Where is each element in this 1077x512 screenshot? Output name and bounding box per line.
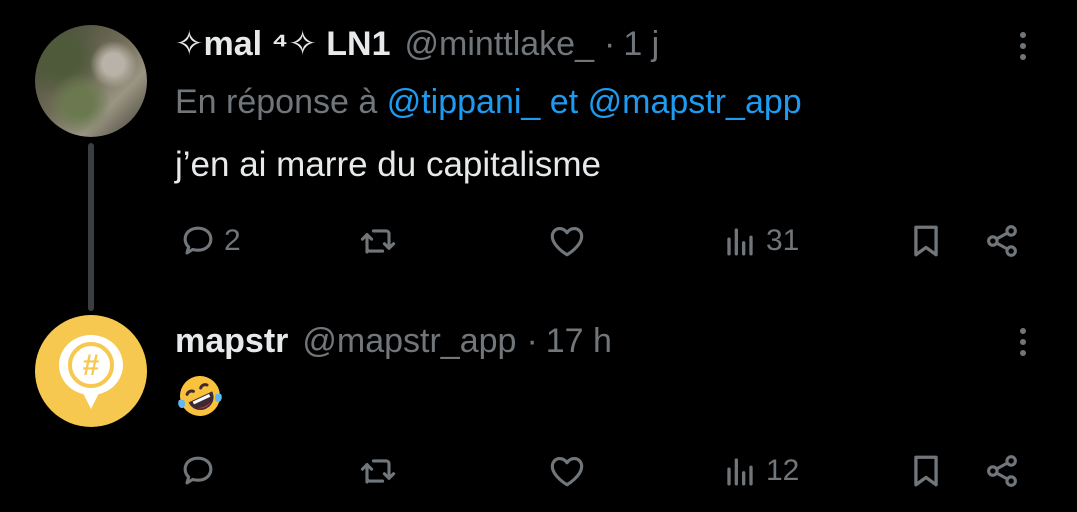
tweet-actions: 12: [0, 446, 1077, 496]
tweet-1[interactable]: ✧mal ⁴✧ LN1 @minttlake_ · 1 j En réponse…: [0, 0, 1077, 300]
tweet-header: ✧mal ⁴✧ LN1 @minttlake_ · 1 j: [175, 22, 659, 66]
more-options-icon[interactable]: [1010, 26, 1036, 66]
repost-icon: [360, 459, 396, 484]
bookmark-icon: [914, 225, 938, 257]
share-icon: [987, 225, 1017, 257]
reply-icon: [183, 456, 213, 485]
timestamp[interactable]: 1 j: [623, 22, 659, 66]
display-name[interactable]: ✧mal ⁴✧ LN1: [175, 22, 391, 66]
mapstr-logo-icon: #: [59, 335, 123, 409]
analytics-icon: [727, 228, 753, 256]
mention-mapstr[interactable]: @mapstr_app: [588, 83, 802, 121]
views-button[interactable]: 31: [718, 216, 799, 266]
like-button[interactable]: [545, 216, 593, 266]
heart-icon: [550, 456, 584, 487]
user-handle[interactable]: @minttlake_: [405, 22, 594, 66]
reply-context: En réponse à @tippani_ et @mapstr_app: [175, 80, 802, 124]
bookmark-button[interactable]: [904, 216, 948, 266]
rolling-laughing-emoji: [178, 376, 222, 416]
user-avatar-mapstr[interactable]: #: [35, 315, 147, 427]
repost-button[interactable]: [356, 216, 404, 266]
thread-connector-line: [88, 143, 94, 311]
share-icon: [987, 455, 1017, 487]
views-count: 31: [766, 224, 800, 257]
mention-tippani[interactable]: @tippani_: [387, 83, 541, 121]
reply-prefix: En réponse à: [175, 83, 378, 121]
avatar-glyph: #: [83, 349, 100, 382]
reply-button[interactable]: [176, 446, 224, 496]
separator: ·: [604, 25, 616, 63]
reply-count: 2: [224, 224, 241, 257]
user-avatar-minttlake[interactable]: [35, 25, 147, 137]
more-options-icon[interactable]: [1010, 322, 1036, 362]
bookmark-button[interactable]: [904, 446, 948, 496]
user-handle[interactable]: @mapstr_app: [302, 319, 516, 363]
reply-button[interactable]: 2: [176, 216, 241, 266]
repost-button[interactable]: [356, 446, 404, 496]
views-button[interactable]: 12: [718, 446, 799, 496]
bookmark-icon: [914, 455, 938, 487]
like-button[interactable]: [545, 446, 593, 496]
tweet-actions: 2 31: [0, 216, 1077, 266]
share-button[interactable]: [980, 216, 1024, 266]
analytics-icon: [727, 458, 753, 486]
tweet-2[interactable]: # mapstr @mapstr_app · 17 h 🤣: [0, 300, 1077, 512]
timestamp[interactable]: 17 h: [546, 319, 612, 363]
tweet-text: j’en ai marre du capitalisme: [175, 145, 602, 184]
reply-joiner: et: [549, 83, 579, 121]
separator: ·: [526, 322, 538, 360]
tweet-header: mapstr @mapstr_app · 17 h: [175, 319, 612, 363]
heart-icon: [550, 226, 584, 257]
views-count: 12: [766, 454, 800, 487]
display-name[interactable]: mapstr: [175, 319, 288, 363]
repost-icon: [360, 229, 396, 254]
share-button[interactable]: [980, 446, 1024, 496]
reply-icon: [183, 226, 213, 255]
tweet-text: 🤣: [176, 372, 224, 420]
